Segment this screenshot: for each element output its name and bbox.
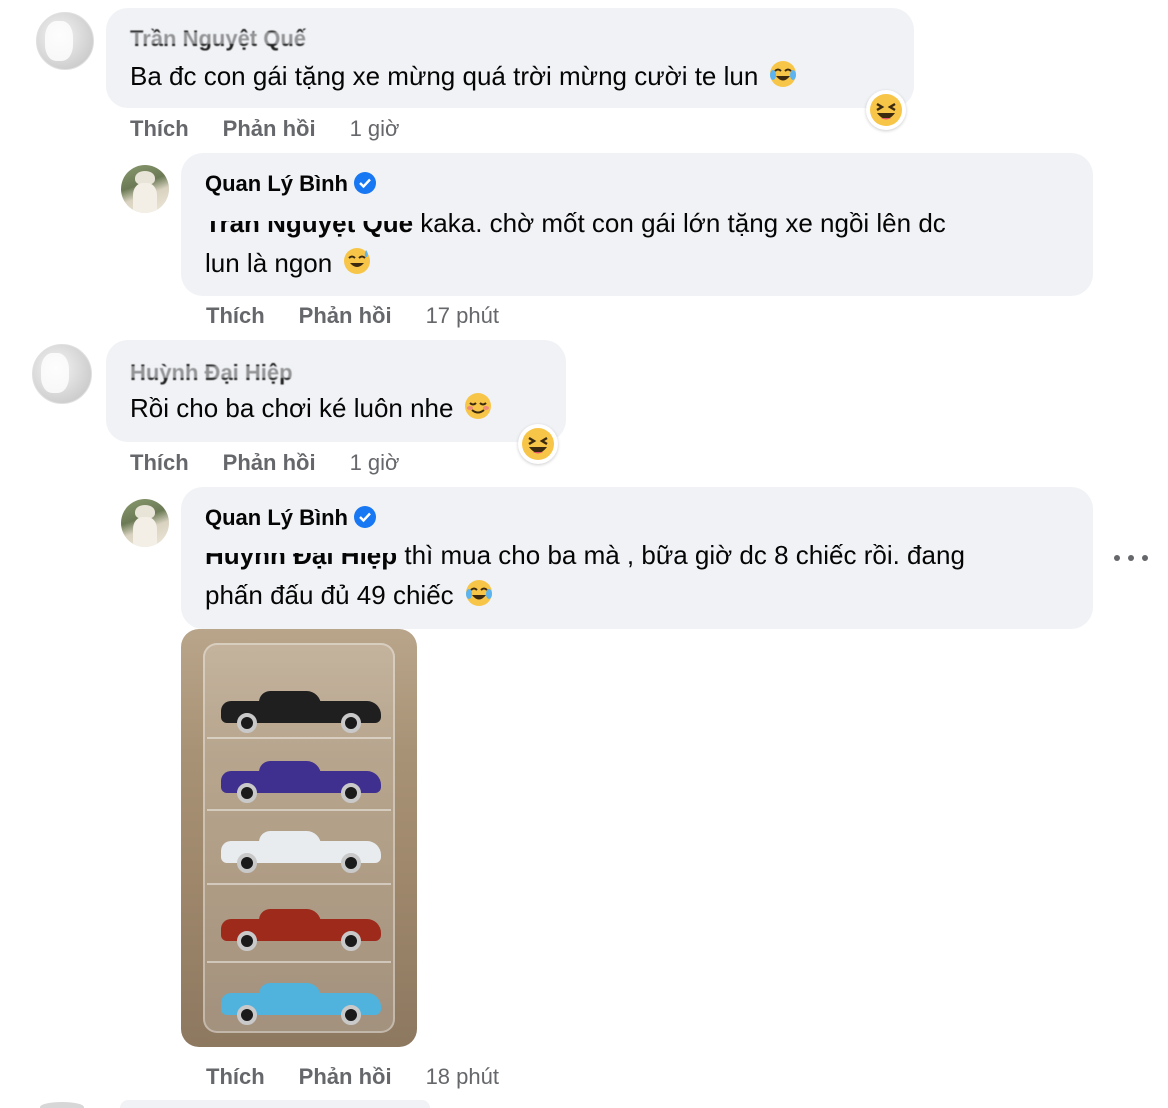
comment-text: phấn đấu đủ 49 chiếc	[205, 575, 494, 615]
comment-bubble: Huỳnh Đại Hiệp Rồi cho ba chơi ké luôn n…	[106, 340, 566, 442]
laughing-reaction-icon[interactable]	[518, 424, 558, 464]
car-wheel	[237, 783, 257, 803]
comment-actions: Thích Phản hồi 17 phút	[206, 303, 499, 329]
reply-button[interactable]: Phản hồi	[299, 1064, 392, 1089]
toy-car	[221, 831, 381, 873]
car-wheel	[341, 853, 361, 873]
like-button[interactable]: Thích	[206, 303, 265, 328]
comment-text-line1: kaka. chờ mốt con gái lớn tặng xe ngồi l…	[413, 208, 946, 238]
smiling-blush-emoji	[465, 393, 492, 419]
laughing-reaction-icon[interactable]	[866, 90, 906, 130]
like-button[interactable]: Thích	[206, 1064, 265, 1089]
comment-time[interactable]: 17 phút	[426, 303, 499, 328]
comment-author[interactable]: Trần Nguyệt Quế	[130, 26, 307, 52]
tray-divider	[207, 883, 391, 885]
car-wheel	[237, 853, 257, 873]
comment-text-line2: phấn đấu đủ 49 chiếc	[205, 580, 454, 610]
comment-text-content: Rồi cho ba chơi ké luôn nhe	[130, 393, 454, 423]
comment-text-line1: thì mua cho ba mà , bữa giờ dc 8 chiếc r…	[397, 540, 965, 570]
more-options-icon[interactable]	[1114, 545, 1148, 571]
toy-car	[221, 983, 381, 1025]
like-button[interactable]: Thích	[130, 450, 189, 475]
comment-text-line2: lun là ngon	[205, 248, 333, 278]
comment-text: lun là ngon	[205, 243, 372, 283]
author-name[interactable]: Quan Lý Bình	[205, 505, 348, 530]
comment-time[interactable]: 1 giờ	[350, 450, 400, 475]
car-wheel	[341, 783, 361, 803]
author-name[interactable]: Quan Lý Bình	[205, 171, 348, 196]
tears-of-joy-emoji	[770, 61, 797, 87]
commenter-avatar[interactable]	[40, 1102, 84, 1108]
mention-link[interactable]: Trần Nguyệt Quế	[202, 203, 416, 243]
comment-bubble: Quan Lý Bình Trần Nguyệt Quế kaka. chờ m…	[181, 153, 1093, 296]
comment-author[interactable]: Quan Lý Bình	[205, 171, 376, 197]
comment-author[interactable]: Quan Lý Bình	[205, 505, 376, 531]
car-wheel	[341, 713, 361, 733]
verified-badge-icon	[354, 506, 376, 528]
mention-link[interactable]: Huỳnh Đại Hiệp	[202, 535, 400, 575]
tray-divider	[207, 961, 391, 963]
comment-author[interactable]: Huỳnh Đại Hiệp	[130, 360, 293, 386]
commenter-avatar[interactable]	[36, 12, 94, 70]
car-wheel	[237, 931, 257, 951]
comment-bubble: Quan Lý Bình Huỳnh Đại Hiệp thì mua cho …	[181, 487, 1093, 629]
toy-car	[221, 761, 381, 803]
commenter-avatar[interactable]	[32, 344, 92, 404]
verified-badge-icon	[354, 172, 376, 194]
like-button[interactable]: Thích	[130, 116, 189, 141]
car-wheel	[341, 931, 361, 951]
comment-bubble	[120, 1100, 430, 1108]
sweat-smile-emoji	[344, 248, 371, 274]
attached-photo[interactable]	[181, 629, 417, 1047]
commenter-avatar[interactable]	[121, 165, 169, 213]
comment-actions: Thích Phản hồi 1 giờ	[130, 116, 399, 142]
tray-divider	[207, 737, 391, 739]
car-wheel	[237, 713, 257, 733]
toy-car	[221, 909, 381, 951]
car-wheel	[237, 1005, 257, 1025]
comment-text: Trần Nguyệt Quế kaka. chờ mốt con gái lớ…	[202, 203, 946, 243]
toy-car	[221, 691, 381, 733]
comment-actions: Thích Phản hồi 18 phút	[206, 1064, 499, 1090]
comment-time[interactable]: 1 giờ	[350, 116, 400, 141]
comment-time[interactable]: 18 phút	[426, 1064, 499, 1089]
comment-bubble: Trần Nguyệt Quế Ba đc con gái tặng xe mừ…	[106, 8, 914, 108]
reply-button[interactable]: Phản hồi	[223, 116, 316, 141]
reply-button[interactable]: Phản hồi	[223, 450, 316, 475]
comment-text: Ba đc con gái tặng xe mừng quá trời mừng…	[130, 56, 798, 96]
car-wheel	[341, 1005, 361, 1025]
comment-text: Huỳnh Đại Hiệp thì mua cho ba mà , bữa g…	[202, 535, 965, 575]
reply-button[interactable]: Phản hồi	[299, 303, 392, 328]
comment-actions: Thích Phản hồi 1 giờ	[130, 450, 399, 476]
commenter-avatar[interactable]	[121, 499, 169, 547]
comment-text: Rồi cho ba chơi ké luôn nhe	[130, 388, 493, 428]
tears-of-joy-emoji	[465, 580, 492, 606]
tray-divider	[207, 809, 391, 811]
comment-text-content: Ba đc con gái tặng xe mừng quá trời mừng…	[130, 61, 759, 91]
